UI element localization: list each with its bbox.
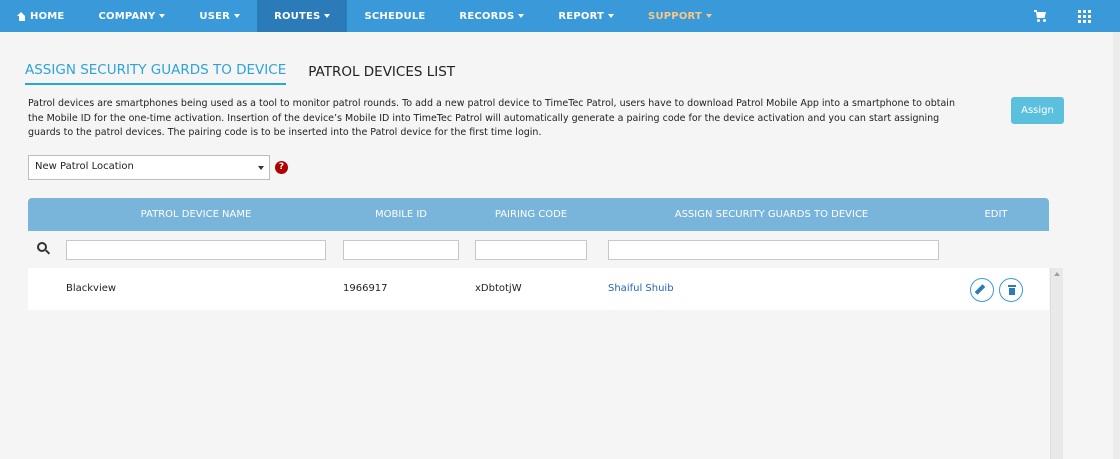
header-pairing-code: PAIRING CODE	[494, 209, 568, 220]
nav-report-label: REPORT	[558, 10, 605, 22]
nav-schedule[interactable]: SCHEDULE	[347, 0, 442, 32]
cell-device-name: Blackview	[66, 283, 117, 294]
nav-home-label: HOME	[30, 10, 65, 22]
header-assign-guards: ASSIGN SECURITY GUARDS TO DEVICE	[674, 209, 869, 220]
nav-company-label: COMPANY	[98, 10, 156, 22]
header-mobile-id: MOBILE ID	[374, 209, 428, 220]
filter-device-name-input[interactable]	[66, 240, 326, 260]
edit-button[interactable]	[970, 278, 994, 302]
caret-down-icon	[159, 14, 166, 18]
help-icon[interactable]: ?	[275, 161, 288, 174]
nav-records-label: RECORDS	[459, 10, 515, 22]
trash-icon	[1008, 285, 1016, 295]
page-description: Patrol devices are smartphones being use…	[28, 98, 955, 138]
filter-guards-input[interactable]	[608, 240, 939, 260]
filter-mobile-id-input[interactable]	[343, 240, 459, 260]
table-header: PATROL DEVICE NAME MOBILE ID PAIRING COD…	[28, 198, 1049, 231]
caret-down-icon	[324, 14, 331, 18]
cell-pairing-code: xDbtotjW	[475, 283, 522, 294]
nav-routes[interactable]: ROUTES	[257, 0, 348, 32]
filter-pairing-code-input[interactable]	[475, 240, 587, 260]
search-icon	[37, 242, 51, 255]
filter-row	[28, 231, 1049, 268]
table-scrollbar[interactable]	[1050, 268, 1063, 459]
nav-right-tools	[1034, 0, 1120, 32]
page-tabs: ASSIGN SECURITY GUARDS TO DEVICE PATROL …	[25, 62, 477, 85]
nav-report[interactable]: REPORT	[541, 0, 631, 32]
caret-down-icon	[706, 14, 713, 18]
header-edit: EDIT	[984, 209, 1008, 220]
delete-button[interactable]	[999, 278, 1023, 302]
cell-assigned-guards-link[interactable]: Shaiful Shuib	[608, 268, 674, 310]
caret-down-icon	[518, 14, 525, 18]
tab-assign-guards[interactable]: ASSIGN SECURITY GUARDS TO DEVICE	[25, 62, 287, 85]
nav-routes-label: ROUTES	[274, 10, 321, 22]
nav-support-label: SUPPORT	[648, 10, 703, 22]
cell-mobile-id: 1966917	[343, 283, 388, 294]
table-row: Blackview 1966917 xDbtotjW Shaiful Shuib	[28, 268, 1049, 310]
nav-company[interactable]: COMPANY	[81, 0, 182, 32]
assign-button[interactable]: Assign	[1011, 97, 1064, 124]
cart-icon[interactable]	[1034, 10, 1048, 22]
pencil-icon	[974, 284, 986, 295]
tab-patrol-devices-list[interactable]: PATROL DEVICES LIST	[308, 64, 455, 85]
header-device-name: PATROL DEVICE NAME	[140, 209, 252, 220]
nav-user-label: USER	[199, 10, 231, 22]
nav-schedule-label: SCHEDULE	[364, 10, 426, 22]
nav-support[interactable]: SUPPORT	[631, 0, 729, 32]
location-select[interactable]: New Patrol Location	[28, 155, 270, 180]
nav-records[interactable]: RECORDS	[442, 0, 541, 32]
apps-grid-icon[interactable]	[1078, 9, 1091, 23]
page-scrollbar[interactable]	[1113, 32, 1120, 459]
home-icon	[17, 11, 26, 21]
scroll-up-icon[interactable]	[1054, 272, 1060, 276]
caret-down-icon	[608, 14, 615, 18]
nav-user[interactable]: USER	[182, 0, 257, 32]
nav-home[interactable]: HOME	[0, 0, 81, 32]
caret-down-icon	[258, 166, 264, 170]
location-select-value: New Patrol Location	[35, 161, 134, 172]
caret-down-icon	[234, 14, 241, 18]
top-navbar: HOME COMPANY USER ROUTES SCHEDULE RECORD…	[0, 0, 1120, 32]
